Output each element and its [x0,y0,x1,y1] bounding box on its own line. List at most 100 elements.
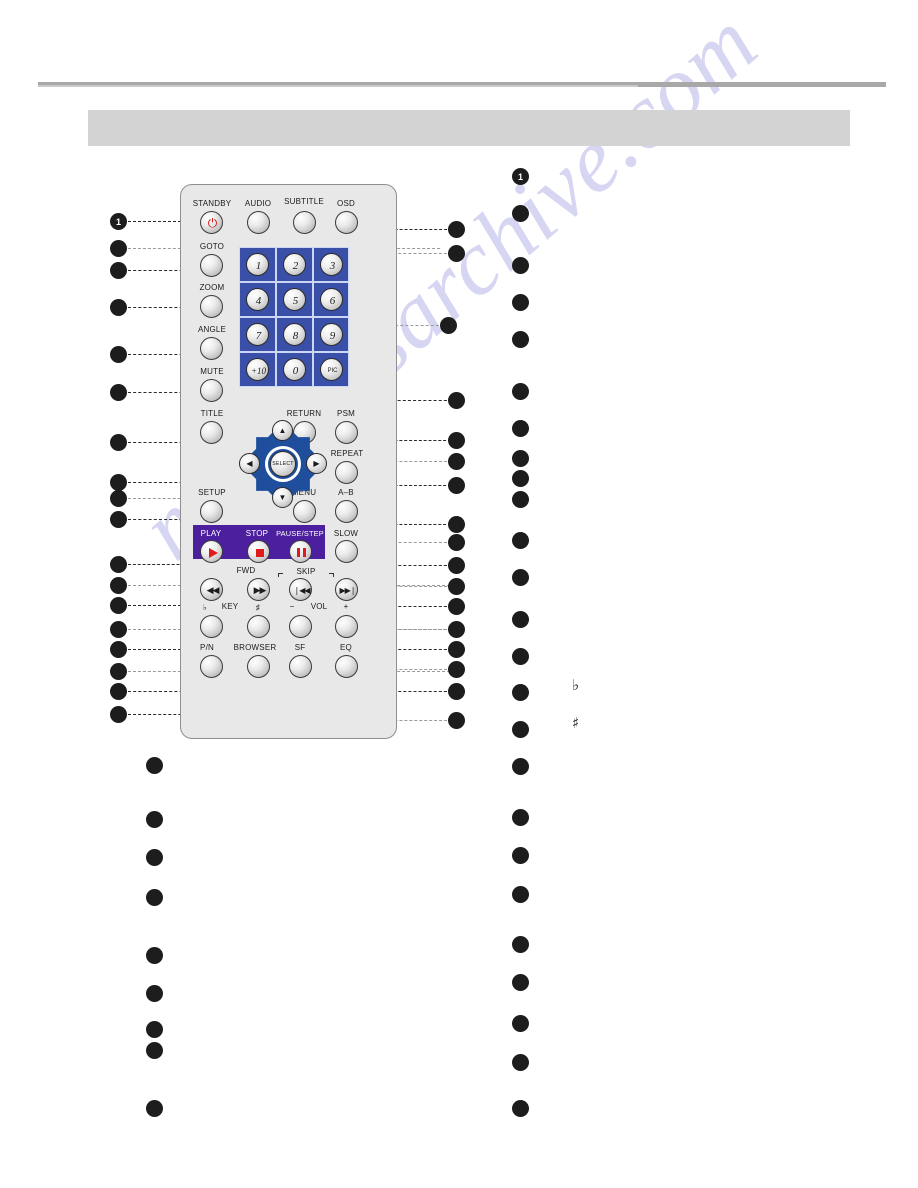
callout-bullet[interactable] [448,712,465,729]
callout-bullet[interactable] [512,1100,529,1117]
callout-bullet[interactable] [110,299,127,316]
callout-bullet[interactable] [448,683,465,700]
callout-bullet[interactable] [146,889,163,906]
callout-bullet[interactable] [146,1042,163,1059]
callout-bullet[interactable] [146,1100,163,1117]
button-num-6[interactable]: 6 [320,288,343,311]
callout-bullet[interactable] [146,985,163,1002]
button-mute[interactable] [200,379,223,402]
button-osd[interactable] [335,211,358,234]
callout-bullet[interactable] [146,947,163,964]
button-title[interactable] [200,421,223,444]
button-num-9[interactable]: 9 [320,323,343,346]
callout-bullet[interactable] [110,384,127,401]
callout-bullet[interactable] [110,597,127,614]
callout-bullet[interactable] [146,849,163,866]
button-vol-down[interactable] [289,615,312,638]
button-setup[interactable] [200,500,223,523]
button-dpad-up[interactable]: ▲ [272,420,293,441]
callout-bullet[interactable] [512,205,529,222]
callout-bullet[interactable] [512,331,529,348]
callout-bullet[interactable]: 1 [512,168,529,185]
callout-bullet[interactable] [110,511,127,528]
callout-bullet[interactable] [146,811,163,828]
button-standby[interactable]: ⏻ [200,211,223,234]
button-audio[interactable] [247,211,270,234]
callout-bullet[interactable] [110,262,127,279]
button-num-1[interactable]: 1 [246,253,269,276]
callout-bullet[interactable] [448,534,465,551]
callout-bullet[interactable] [512,648,529,665]
button-fast-forward[interactable]: ▶▶ [247,578,270,601]
button-num-8[interactable]: 8 [283,323,306,346]
callout-bullet[interactable] [110,663,127,680]
button-pic[interactable]: PIC [320,358,343,381]
button-sf[interactable] [289,655,312,678]
button-key-flat[interactable] [200,615,223,638]
button-zoom[interactable] [200,295,223,318]
callout-bullet[interactable] [110,240,127,257]
button-dpad-left[interactable]: ◀ [239,453,260,474]
callout-bullet[interactable] [448,578,465,595]
callout-bullet[interactable] [512,569,529,586]
button-select[interactable]: SELECT [270,451,296,477]
button-skip-next[interactable]: ▶▶❘ [335,578,358,601]
callout-bullet[interactable] [448,477,465,494]
button-skip-previous[interactable]: ❘◀◀ [289,578,312,601]
callout-bullet[interactable] [110,706,127,723]
button-num-0[interactable]: 0 [283,358,306,381]
button-subtitle[interactable] [293,211,316,234]
button-slow[interactable] [335,540,358,563]
callout-bullet[interactable] [512,532,529,549]
callout-bullet[interactable] [512,294,529,311]
callout-bullet[interactable] [110,556,127,573]
callout-bullet[interactable] [448,621,465,638]
callout-bullet[interactable] [512,450,529,467]
callout-bullet[interactable] [110,346,127,363]
callout-bullet[interactable] [448,245,465,262]
callout-bullet[interactable] [512,1054,529,1071]
button-play[interactable] [200,540,223,563]
button-pause-step[interactable] [289,540,312,563]
callout-bullet[interactable] [146,1021,163,1038]
callout-bullet[interactable] [110,577,127,594]
callout-bullet[interactable] [448,661,465,678]
callout-bullet[interactable] [448,598,465,615]
button-stop[interactable] [247,540,270,563]
callout-bullet[interactable] [440,317,457,334]
callout-bullet[interactable] [448,557,465,574]
button-num-2[interactable]: 2 [283,253,306,276]
button-key-sharp[interactable] [247,615,270,638]
button-pn[interactable] [200,655,223,678]
callout-bullet[interactable] [512,257,529,274]
callout-bullet[interactable] [512,758,529,775]
callout-bullet[interactable] [110,641,127,658]
callout-bullet[interactable] [512,936,529,953]
callout-bullet[interactable] [512,491,529,508]
button-dpad-right[interactable]: ▶ [306,453,327,474]
callout-bullet[interactable] [512,721,529,738]
callout-bullet[interactable] [110,683,127,700]
callout-bullet[interactable] [110,490,127,507]
callout-bullet[interactable] [110,474,127,491]
callout-bullet[interactable] [448,516,465,533]
callout-bullet[interactable] [448,432,465,449]
callout-bullet[interactable] [512,383,529,400]
callout-bullet[interactable] [512,974,529,991]
button-rewind[interactable]: ◀◀ [200,578,223,601]
button-num-5[interactable]: 5 [283,288,306,311]
callout-bullet[interactable] [448,392,465,409]
callout-bullet[interactable] [512,684,529,701]
callout-bullet[interactable] [512,886,529,903]
button-num-4[interactable]: 4 [246,288,269,311]
button-goto[interactable] [200,254,223,277]
callout-bullet[interactable] [512,847,529,864]
callout-bullet[interactable] [448,221,465,238]
callout-bullet[interactable] [110,621,127,638]
callout-bullet[interactable] [110,434,127,451]
button-repeat[interactable] [335,461,358,484]
button-angle[interactable] [200,337,223,360]
callout-bullet[interactable] [512,470,529,487]
button-dpad-down[interactable]: ▼ [272,487,293,508]
button-num-plus10[interactable]: +10 [246,358,269,381]
